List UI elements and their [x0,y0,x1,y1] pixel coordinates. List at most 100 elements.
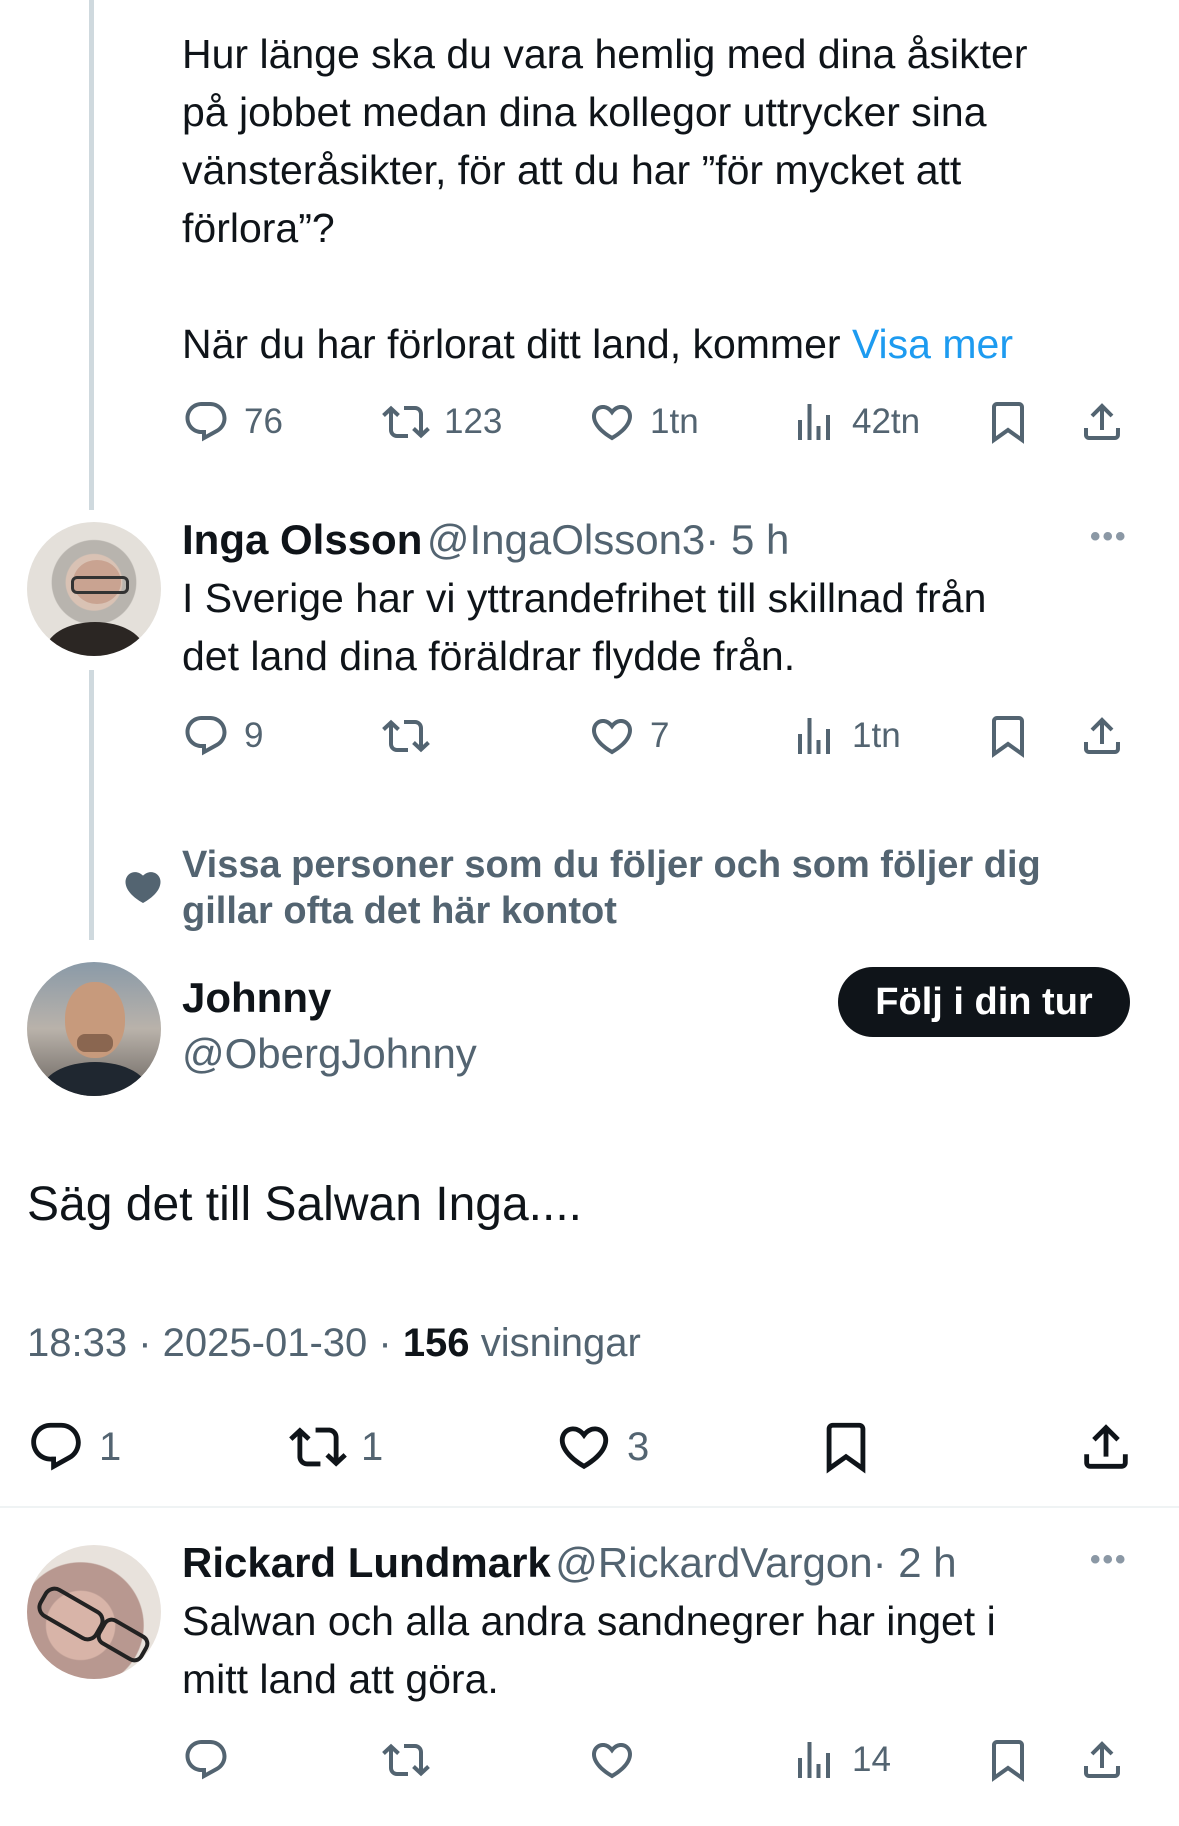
bookmark-button[interactable] [817,1412,875,1482]
more-options-button[interactable]: ••• [1090,520,1128,554]
views-icon [790,398,838,446]
more-options-button[interactable]: ••• [1090,1543,1128,1577]
views-count: 156 [402,1321,470,1365]
text-line: på jobbet medan dina kollegor uttrycker … [182,89,987,135]
main-tweet-actions: 1 1 3 [27,1412,1147,1482]
display-name[interactable]: Rickard Lundmark [182,1539,551,1586]
text-line: vänsteråsikter, för att du har ”för myck… [182,147,962,193]
share-button[interactable] [1078,392,1126,452]
reply-button[interactable] [182,1730,230,1790]
reply-button[interactable]: 76 [182,392,283,452]
text-line: När du har förlorat ditt land, kommer Vi… [182,315,1142,373]
views-icon [790,1736,838,1784]
like-count: 7 [650,716,670,755]
tweet-header: Inga Olsson @IngaOlsson3· 5 h [182,512,789,568]
reply-count: 1 [99,1424,122,1469]
social-context-line: gillar ofta det här kontot [182,890,617,932]
tweet-actions: 14 [182,1730,1142,1790]
views-count: 42tn [852,402,921,441]
bookmark-icon [817,1418,875,1476]
retweet-button[interactable]: 1 [289,1412,383,1482]
bookmark-icon [984,712,1032,760]
retweet-button[interactable]: 123 [382,392,502,452]
views-count: 1tn [852,716,901,755]
user-handle[interactable]: @ObergJohnny [182,1026,477,1082]
views-label: visningar [480,1321,641,1365]
text-line-content: När du har förlorat ditt land, kommer [182,321,841,367]
reply-icon [27,1418,85,1476]
user-handle[interactable]: @IngaOlsson3 [427,516,705,563]
heart-icon [588,1736,636,1784]
bookmark-button[interactable] [984,1730,1032,1790]
main-tweet-author: Johnny @ObergJohnny [182,970,477,1082]
reply-button[interactable]: 1 [27,1412,121,1482]
bookmark-button[interactable] [984,392,1032,452]
heart-icon [588,712,636,760]
views-icon [790,712,838,760]
follow-back-button[interactable]: Följ i din tur [838,967,1130,1037]
text-line: Salwan och alla andra sandnegrer har ing… [182,1598,996,1644]
reply-button[interactable]: 9 [182,706,263,766]
bookmark-button[interactable] [984,706,1032,766]
user-handle[interactable]: @RickardVargon [555,1539,872,1586]
display-name[interactable]: Johnny [182,970,477,1026]
reply-count: 9 [244,716,264,755]
main-tweet-text: Säg det till Salwan Inga.... [27,1178,582,1231]
retweet-icon [382,398,430,446]
like-button[interactable]: 7 [588,706,669,766]
like-count: 1tn [650,402,699,441]
text-line: Hur länge ska du vara hemlig med dina ås… [182,31,1028,77]
avatar[interactable] [27,962,161,1096]
tweet-text: Salwan och alla andra sandnegrer har ing… [182,1592,1142,1708]
retweet-count: 1 [361,1424,384,1469]
share-icon [1078,398,1126,446]
tweet-actions: 9 7 1tn [182,706,1142,766]
views-count: 14 [852,1740,891,1779]
bookmark-icon [984,398,1032,446]
views-button[interactable]: 1tn [790,706,901,766]
retweet-icon [382,712,430,760]
heart-icon [588,398,636,446]
text-line: det land dina föräldrar flydde från. [182,633,796,679]
share-button[interactable] [1077,1412,1135,1482]
retweet-button[interactable] [382,1730,430,1790]
tweet-text: I Sverige har vi yttrandefrihet till ski… [182,569,1142,685]
retweet-button[interactable] [382,706,430,766]
avatar[interactable] [27,1545,161,1679]
tweet-header: Rickard Lundmark @RickardVargon· 2 h [182,1535,957,1591]
divider [0,1506,1179,1508]
share-icon [1078,1736,1126,1784]
avatar[interactable] [27,522,161,656]
like-button[interactable] [588,1730,636,1790]
retweet-count: 123 [444,402,503,441]
like-button[interactable]: 3 [555,1412,649,1482]
share-button[interactable] [1078,706,1126,766]
share-icon [1077,1418,1135,1476]
reply-icon [182,398,230,446]
tweet-text: Hur länge ska du vara hemlig med dina ås… [182,25,1142,373]
reply-icon [182,1736,230,1784]
text-line: mitt land att göra. [182,1656,499,1702]
tweet-actions: 76 123 1tn 42tn [182,392,1142,452]
tweet-time[interactable]: · 2 h [873,1539,957,1586]
share-button[interactable] [1078,1730,1126,1790]
social-context-line: Vissa personer som du följer och som föl… [182,844,1041,886]
views-button[interactable]: 14 [790,1730,891,1790]
like-count: 3 [627,1424,650,1469]
bookmark-icon [984,1736,1032,1784]
display-name[interactable]: Inga Olsson [182,516,422,563]
show-more-link[interactable]: Visa mer [852,321,1013,367]
main-tweet-meta: 18:33 · 2025-01-30 · 156 visningar [27,1318,641,1368]
like-button[interactable]: 1tn [588,392,699,452]
reply-icon [182,712,230,760]
tweet-timestamp[interactable]: 18:33 · 2025-01-30 · [27,1321,392,1365]
reply-count: 76 [244,402,283,441]
heart-icon [555,1418,613,1476]
retweet-icon [289,1418,347,1476]
retweet-icon [382,1736,430,1784]
thread-line [89,0,94,510]
tweet-time[interactable]: · 5 h [705,516,789,563]
heart-fill-icon [122,866,164,908]
thread-line [89,670,94,940]
views-button[interactable]: 42tn [790,392,920,452]
